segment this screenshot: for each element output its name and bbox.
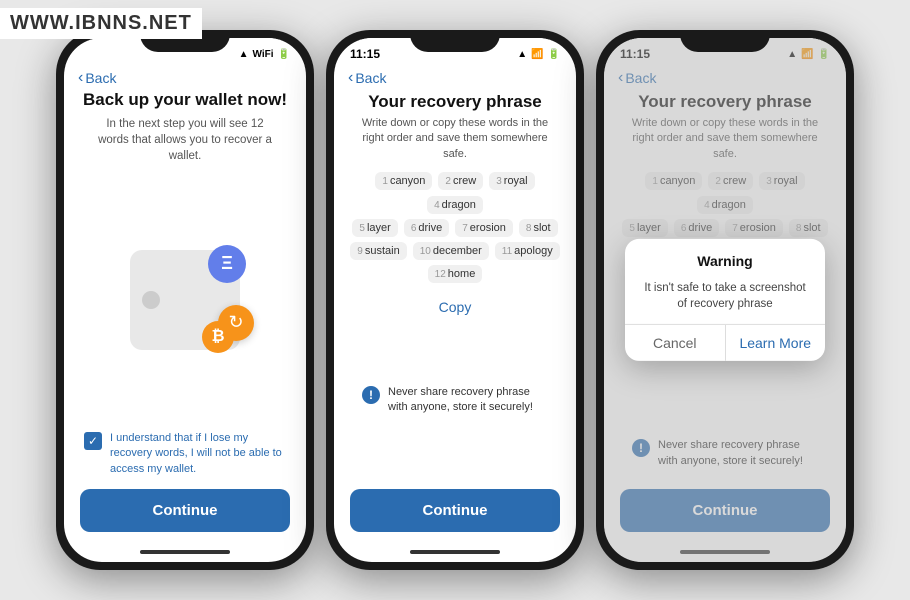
word-10: 10december — [413, 242, 489, 260]
copy-button[interactable]: Copy — [350, 293, 560, 321]
word-7: 7erosion — [455, 219, 513, 237]
notch-2 — [410, 30, 500, 52]
phone-1: ▲WiFi🔋 ‹ Back Back up your wallet now! I… — [56, 30, 314, 570]
word-1: 1canyon — [375, 172, 432, 190]
modal-cancel-button[interactable]: Cancel — [625, 325, 726, 361]
modal-learn-button[interactable]: Learn More — [726, 325, 826, 361]
home-bar-2 — [410, 550, 500, 554]
modal-body: It isn't safe to take a screenshot of re… — [625, 280, 825, 324]
back-label-2: Back — [355, 70, 386, 86]
word-2: 2crew — [438, 172, 483, 190]
words-row-3: 9sustain 10december 11apology — [350, 242, 560, 260]
words-row-4: 12home — [350, 265, 560, 283]
phone-3: 11:15 ▲📶🔋 ‹ Back Your recovery phrase Wr… — [596, 30, 854, 570]
btc-coin: ₿ — [202, 321, 234, 353]
warning-modal: Warning It isn't safe to take a screensh… — [625, 239, 825, 361]
words-row-2: 5layer 6drive 7erosion 8slot — [350, 219, 560, 237]
modal-actions: Cancel Learn More — [625, 325, 825, 361]
screen-title-1: Back up your wallet now! — [80, 90, 290, 110]
back-button-1[interactable]: ‹ Back — [78, 70, 116, 86]
watermark: WWW.IBNNS.NET — [0, 8, 202, 39]
phone-2: 11:15 ▲📶🔋 ‹ Back Your recovery phrase Wr… — [326, 30, 584, 570]
status-icons-1: ▲WiFi🔋 — [239, 49, 290, 60]
status-icons-2: ▲📶🔋 — [517, 49, 560, 60]
word-4: 4dragon — [427, 196, 483, 214]
back-chevron-2: ‹ — [348, 70, 353, 86]
modal-title: Warning — [641, 253, 809, 269]
word-8: 8slot — [519, 219, 558, 237]
status-time-2: 11:15 — [350, 47, 380, 61]
continue-button-2[interactable]: Continue — [350, 489, 560, 532]
word-6: 6drive — [404, 219, 449, 237]
eth-coin: Ξ — [208, 245, 246, 283]
word-9: 9sustain — [350, 242, 406, 260]
checkbox-row[interactable]: ✓ I understand that if I lose my recover… — [80, 431, 290, 477]
nav-bar-2[interactable]: ‹ Back — [334, 66, 576, 90]
warning-banner-2: ! Never share recovery phrase with anyon… — [350, 375, 560, 426]
words-grid-2: 1canyon 2crew 3royal 4dragon 5layer 6dri… — [350, 172, 560, 283]
recovery-checkbox[interactable]: ✓ — [84, 432, 102, 450]
word-12: 12home — [428, 265, 483, 283]
recovery-subtitle-2: Write down or copy these words in the ri… — [350, 116, 560, 162]
warning-icon-2: ! — [362, 386, 380, 404]
screen-subtitle-1: In the next step you will see 12 words t… — [80, 116, 290, 164]
checkbox-label: I understand that if I lose my recovery … — [110, 431, 286, 477]
continue-button-1[interactable]: Continue — [80, 489, 290, 532]
back-label-1: Back — [85, 70, 116, 86]
word-3: 3royal — [489, 172, 534, 190]
word-5: 5layer — [352, 219, 397, 237]
word-11: 11apology — [495, 242, 560, 260]
back-chevron-1: ‹ — [78, 70, 83, 86]
safe-handle — [142, 291, 160, 309]
nav-bar-1[interactable]: ‹ Back — [64, 66, 306, 90]
notch-3 — [680, 30, 770, 52]
back-button-2[interactable]: ‹ Back — [348, 70, 386, 86]
home-bar-1 — [140, 550, 230, 554]
recovery-title-2: Your recovery phrase — [350, 92, 560, 112]
wallet-illustration: Ξ ↻ ₿ — [80, 178, 290, 421]
warning-text-2: Never share recovery phrase with anyone,… — [388, 385, 548, 416]
modal-header: Warning — [625, 239, 825, 280]
words-row-1: 1canyon 2crew 3royal 4dragon — [350, 172, 560, 214]
